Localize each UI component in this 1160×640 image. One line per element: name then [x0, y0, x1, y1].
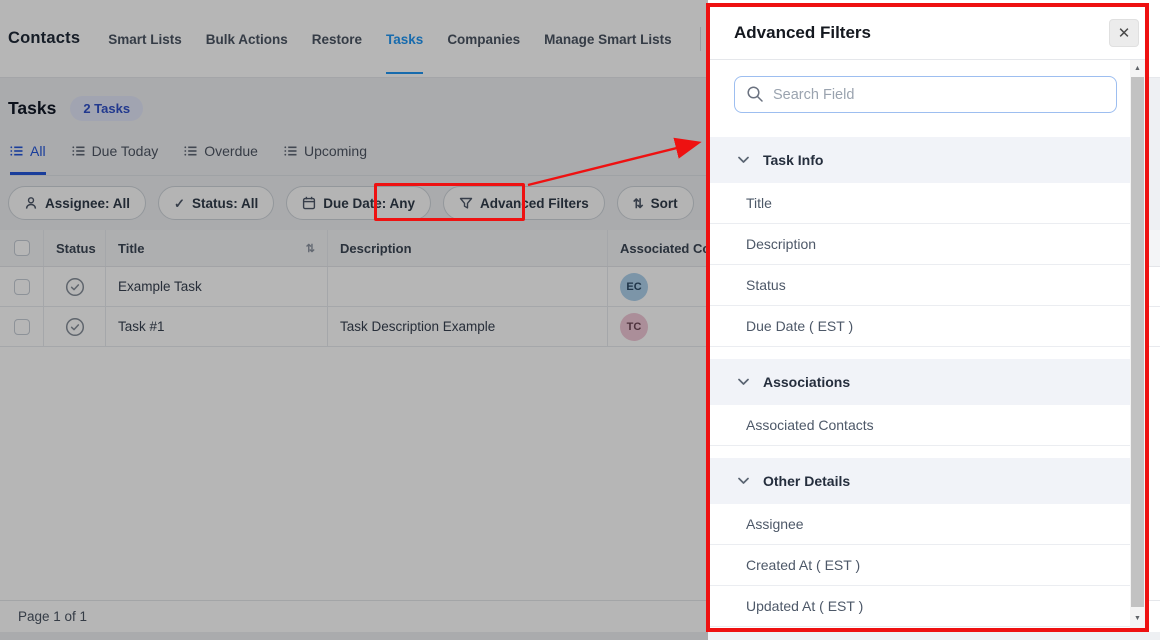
filter-field-associated-contacts[interactable]: Associated Contacts — [710, 405, 1130, 446]
drawer-body: Task Info Title Description Status Due D… — [710, 60, 1145, 628]
filter-field-assignee[interactable]: Assignee — [710, 504, 1130, 545]
close-icon[interactable]: ✕ — [1109, 19, 1139, 47]
filter-field-description[interactable]: Description — [710, 224, 1130, 265]
advanced-filters-panel: Advanced Filters ✕ Task Info Title Descr… — [706, 3, 1149, 632]
section-label: Task Info — [763, 152, 823, 168]
section-other-details[interactable]: Other Details — [710, 458, 1130, 504]
scrollbar-up-arrow-icon[interactable]: ▲ — [1130, 60, 1145, 76]
section-label: Associations — [763, 374, 850, 390]
drawer-header: Advanced Filters ✕ — [710, 7, 1145, 60]
drawer-scrollbar[interactable]: ▲ ▼ — [1130, 60, 1145, 628]
search-field-input[interactable] — [734, 76, 1117, 113]
filter-field-due-date[interactable]: Due Date ( EST ) — [710, 306, 1130, 347]
drawer-title: Advanced Filters — [734, 23, 871, 43]
search-icon — [746, 85, 764, 103]
modal-backdrop[interactable] — [0, 0, 708, 640]
section-gap — [710, 347, 1130, 359]
section-label: Other Details — [763, 473, 850, 489]
filter-field-status[interactable]: Status — [710, 265, 1130, 306]
scrollbar-down-arrow-icon[interactable]: ▼ — [1130, 610, 1145, 626]
section-gap — [710, 446, 1130, 458]
filter-field-created-at[interactable]: Created At ( EST ) — [710, 545, 1130, 586]
chevron-down-icon — [738, 156, 749, 164]
filter-field-title[interactable]: Title — [710, 183, 1130, 224]
chevron-down-icon — [738, 477, 749, 485]
section-task-info[interactable]: Task Info — [710, 137, 1130, 183]
filter-field-updated-at[interactable]: Updated At ( EST ) — [710, 586, 1130, 627]
chevron-down-icon — [738, 378, 749, 386]
scrollbar-thumb[interactable] — [1131, 77, 1144, 607]
section-associations[interactable]: Associations — [710, 359, 1130, 405]
